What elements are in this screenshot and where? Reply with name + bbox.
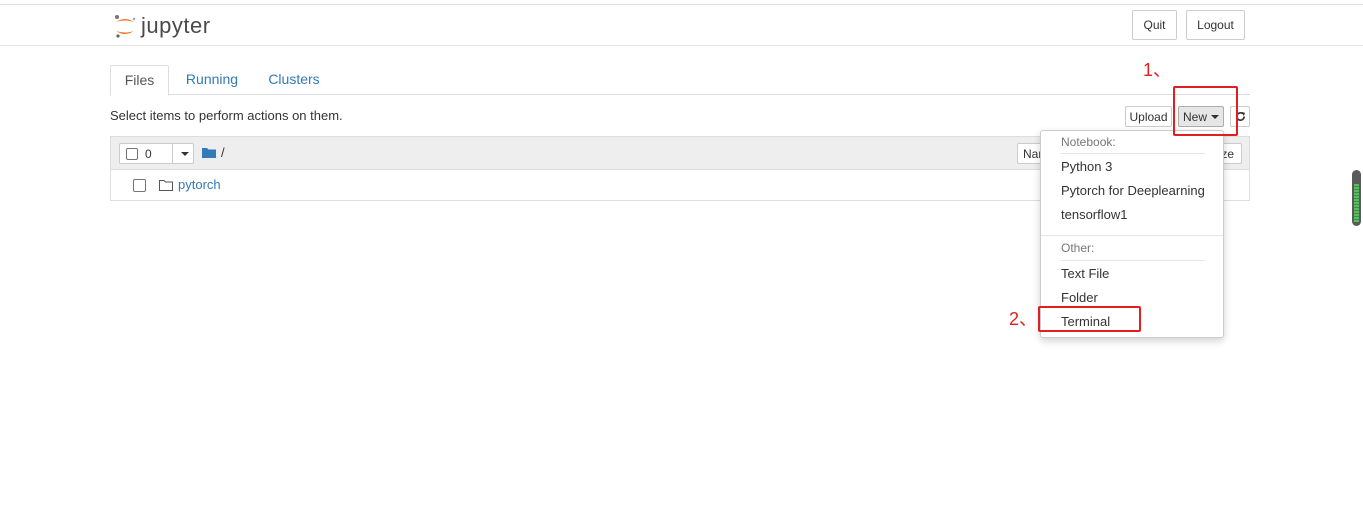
breadcrumb-root[interactable]: / — [221, 145, 225, 160]
folder-link[interactable]: pytorch — [178, 177, 221, 192]
menu-item-text-file[interactable]: Text File — [1061, 266, 1109, 281]
tab-clusters[interactable]: Clusters — [262, 65, 326, 94]
other-section-header: Other: — [1061, 241, 1095, 255]
logout-button[interactable]: Logout — [1186, 10, 1245, 40]
caret-down-icon[interactable] — [181, 152, 189, 156]
menu-item-tensorflow1[interactable]: tensorflow1 — [1061, 207, 1127, 222]
selected-count: 0 — [145, 146, 152, 161]
tab-running[interactable]: Running — [180, 65, 244, 94]
section-divider — [1061, 260, 1205, 261]
upload-button[interactable]: Upload — [1125, 106, 1172, 127]
row-checkbox[interactable] — [133, 179, 146, 192]
annotation-step-2: 2、 — [1009, 309, 1038, 329]
annotation-box-new — [1173, 86, 1238, 136]
breadcrumb[interactable]: / — [202, 145, 225, 160]
annotation-box-terminal — [1038, 306, 1141, 332]
scrollbar-thumb[interactable] — [1354, 184, 1359, 222]
scrollbar[interactable] — [1352, 170, 1361, 226]
menu-divider — [1041, 235, 1223, 236]
menu-item-python3[interactable]: Python 3 — [1061, 159, 1112, 174]
tab-files[interactable]: Files — [110, 65, 169, 96]
tab-bar: Files Running Clusters — [110, 65, 1250, 96]
logo-text: jupyter — [141, 13, 211, 38]
menu-item-pytorch[interactable]: Pytorch for Deeplearning — [1061, 183, 1205, 198]
split-divider — [172, 144, 173, 163]
jupyter-logo[interactable]: jupyter — [113, 13, 211, 39]
select-all-checkbox[interactable] — [126, 147, 138, 160]
select-all-control[interactable]: 0 — [119, 143, 194, 164]
folder-outline-icon — [159, 180, 173, 191]
header-bar: jupyter Quit Logout — [0, 5, 1363, 46]
folder-icon — [202, 148, 216, 158]
section-divider — [1061, 153, 1205, 154]
notebook-section-header: Notebook: — [1061, 135, 1116, 149]
selection-hint: Select items to perform actions on them. — [110, 108, 343, 123]
annotation-step-1: 1、 — [1143, 60, 1172, 80]
jupyter-logo-icon — [115, 15, 136, 38]
quit-button[interactable]: Quit — [1132, 10, 1177, 40]
menu-item-folder[interactable]: Folder — [1061, 290, 1098, 305]
